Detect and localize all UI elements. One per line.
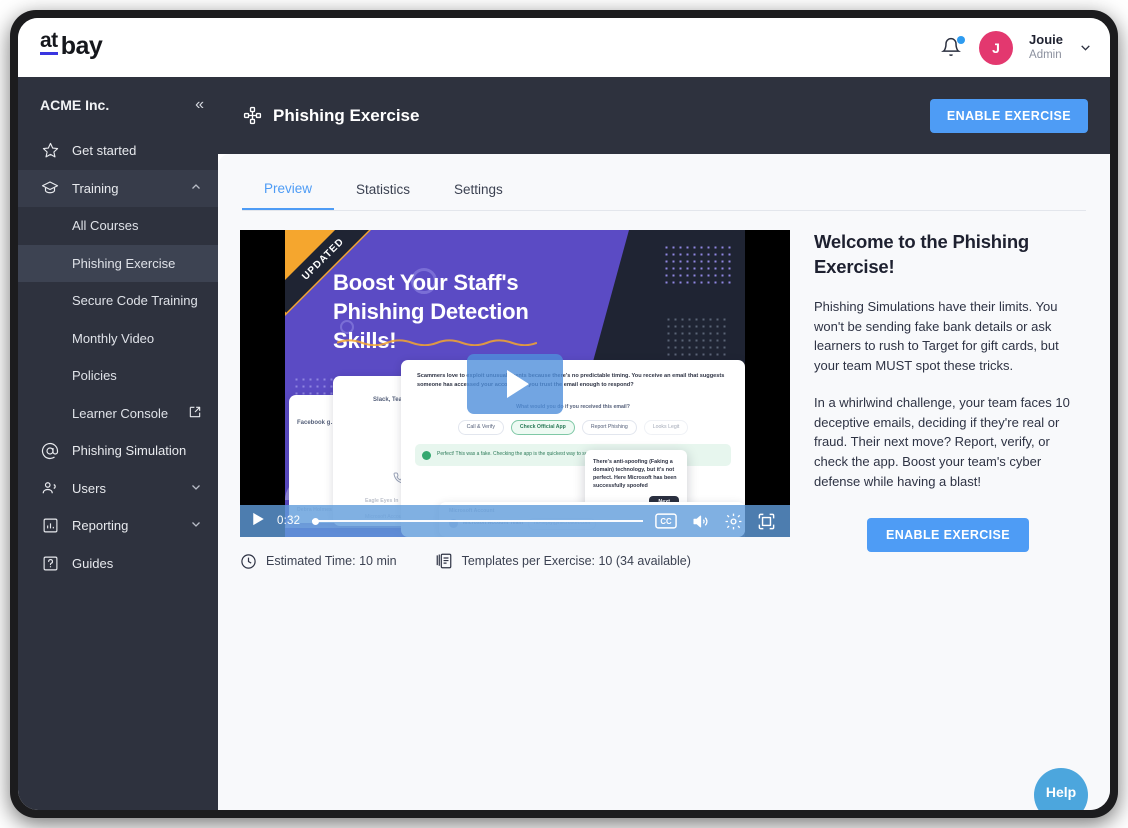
content-panel: Preview Statistics Settings Boost Your S…	[218, 154, 1110, 810]
page-title: Phishing Exercise	[273, 105, 420, 125]
video-progress-track	[312, 520, 643, 522]
sidebar-label: Users	[72, 480, 106, 496]
video-progress-slider[interactable]	[312, 514, 643, 528]
video-quiz-option-selected: Check Official App	[510, 419, 575, 436]
app-screen: at bay J Jouie Admin ACME Inc. « Get sta…	[18, 18, 1110, 810]
top-bar: at bay J Jouie Admin	[18, 18, 1110, 77]
check-circle-icon	[422, 451, 431, 461]
sidebar-item-secure-code-training[interactable]: Secure Code Training	[18, 282, 218, 320]
video-dot-pattern	[663, 244, 735, 284]
user-role: Admin	[1029, 49, 1062, 62]
estimated-time: Estimated Time: 10 min	[240, 553, 397, 570]
info-heading: Welcome to the Phishing Exercise!	[814, 231, 1030, 277]
video-progress-knob[interactable]	[312, 517, 320, 525]
sidebar-item-monthly-video[interactable]: Monthly Video	[18, 320, 218, 358]
volume-icon[interactable]	[691, 513, 710, 530]
at-sign-icon	[40, 441, 60, 461]
graduation-cap-icon	[40, 178, 60, 198]
sidebar-label: Phishing Simulation	[72, 443, 187, 459]
sidebar: ACME Inc. « Get started Training All Cou…	[18, 77, 218, 810]
chevron-down-icon[interactable]	[1079, 41, 1092, 54]
closed-captions-icon[interactable]: CC	[655, 513, 677, 529]
tab-statistics[interactable]: Statistics	[334, 168, 432, 210]
exercise-info-panel: Welcome to the Phishing Exercise! Phishi…	[814, 230, 1082, 552]
templates-per-exercise: Templates per Exercise: 10 (34 available…	[435, 552, 691, 570]
sidebar-label: Reporting	[72, 518, 129, 534]
video-controls: 0:32 CC	[240, 505, 790, 537]
sidebar-item-get-started[interactable]: Get started	[18, 132, 218, 170]
user-menu[interactable]: Jouie Admin	[1029, 32, 1063, 63]
video-play-overlay-button[interactable]	[467, 353, 563, 414]
sidebar-item-users[interactable]: Users	[18, 470, 218, 508]
updated-ribbon: UPDATED	[285, 230, 395, 340]
sitemap-icon	[243, 106, 262, 125]
exercise-meta: Estimated Time: 10 min Templates per Exe…	[240, 552, 691, 570]
templates-label: Templates per Exercise: 10 (34 available…	[461, 554, 691, 568]
sidebar-item-phishing-simulation[interactable]: Phishing Simulation	[18, 432, 218, 470]
sidebar-label: Phishing Exercise	[72, 255, 176, 271]
sidebar-item-training[interactable]: Training	[18, 169, 218, 207]
info-paragraph-2: In a whirlwind challenge, your team face…	[814, 394, 1070, 489]
chevron-down-icon	[190, 518, 202, 533]
chevron-down-icon	[190, 481, 202, 496]
sidebar-item-phishing-exercise[interactable]: Phishing Exercise	[18, 244, 218, 282]
bar-chart-icon	[40, 516, 60, 536]
tab-settings[interactable]: Settings	[432, 168, 525, 210]
top-bar-right: J Jouie Admin	[941, 30, 1092, 65]
page-header: Phishing Exercise ENABLE EXERCISE	[218, 77, 1110, 154]
video-quiz-question: What would you do if you received this e…	[516, 403, 630, 410]
video-player[interactable]: Boost Your Staff's Phishing Detection Sk…	[240, 230, 790, 537]
device-bezel: at bay J Jouie Admin ACME Inc. « Get sta…	[10, 10, 1118, 818]
play-icon[interactable]	[252, 512, 265, 531]
sidebar-label: Monthly Video	[72, 330, 155, 346]
video-quiz-options: Call & Verify Check Official App Report …	[401, 419, 745, 436]
svg-text:CC: CC	[660, 517, 672, 526]
video-quiz-option: Report Phishing	[581, 419, 637, 436]
collapse-sidebar-button[interactable]: «	[195, 96, 204, 113]
info-paragraph-1: Phishing Simulations have their limits. …	[814, 298, 1059, 374]
tab-bar: Preview Statistics Settings	[242, 168, 1086, 211]
sidebar-label: Policies	[72, 368, 117, 384]
atbay-logo[interactable]: at bay	[40, 30, 103, 62]
help-button[interactable]: Help	[1034, 768, 1088, 810]
tab-preview[interactable]: Preview	[242, 168, 335, 210]
video-quiz-body: Scammers love to exploit unusual events …	[417, 373, 725, 388]
notifications-button[interactable]	[941, 35, 966, 60]
external-link-icon	[188, 405, 202, 422]
users-icon	[40, 478, 60, 498]
logo-text-bay: bay	[60, 31, 103, 60]
estimated-time-label: Estimated Time: 10 min	[266, 554, 397, 568]
enable-exercise-button-panel[interactable]: ENABLE EXERCISE	[866, 517, 1030, 552]
video-tooltip-text: There's anti-spoofing (Faking a domain) …	[593, 459, 677, 490]
video-current-time: 0:32	[277, 515, 301, 527]
sidebar-item-all-courses[interactable]: All Courses	[18, 207, 218, 245]
sidebar-item-guides[interactable]: Guides	[18, 545, 218, 583]
sidebar-label: Training	[72, 180, 119, 196]
fullscreen-icon[interactable]	[757, 512, 776, 531]
avatar[interactable]: J	[979, 30, 1014, 65]
gear-icon[interactable]	[724, 512, 743, 531]
sidebar-item-policies[interactable]: Policies	[18, 357, 218, 395]
templates-icon	[436, 553, 451, 569]
org-name: ACME Inc.	[40, 96, 110, 113]
sidebar-label: Guides	[72, 555, 114, 571]
sidebar-item-learner-console[interactable]: Learner Console	[18, 395, 218, 433]
sidebar-label: Learner Console	[72, 405, 169, 421]
sidebar-label: All Courses	[72, 218, 139, 234]
sidebar-label: Get started	[72, 143, 137, 159]
star-icon	[40, 141, 60, 161]
video-quiz-option: Call & Verify	[457, 419, 504, 436]
video-quiz-option: Looks Legit	[643, 419, 689, 436]
play-icon	[506, 369, 529, 398]
notification-badge	[957, 35, 966, 44]
enable-exercise-button-header[interactable]: ENABLE EXERCISE	[929, 98, 1088, 133]
sidebar-item-reporting[interactable]: Reporting	[18, 507, 218, 545]
org-row: ACME Inc. «	[18, 77, 218, 132]
sidebar-label: Secure Code Training	[72, 293, 198, 309]
question-box-icon	[40, 553, 60, 573]
user-name: Jouie	[1029, 32, 1063, 48]
logo-text-at: at	[40, 30, 58, 55]
chevron-up-icon	[190, 181, 202, 196]
clock-icon	[241, 553, 256, 569]
